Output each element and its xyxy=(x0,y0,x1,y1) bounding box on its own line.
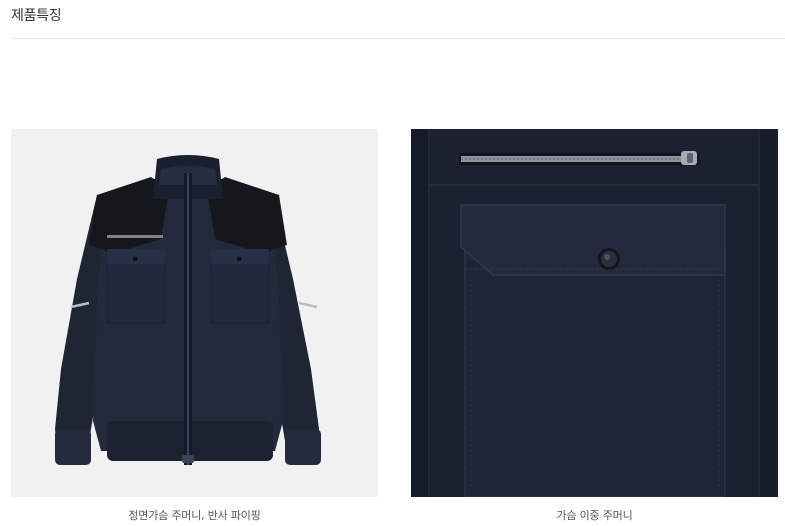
section-divider xyxy=(11,38,785,39)
jacket-front-image[interactable] xyxy=(11,129,378,497)
feature-caption-pocket: 가슴 이중 주머니 xyxy=(556,509,633,522)
feature-card-pocket: 가슴 이중 주머니 xyxy=(411,129,778,522)
section-title: 제품특징 xyxy=(11,8,62,24)
chest-pocket-image[interactable] xyxy=(411,129,778,497)
feature-caption-front: 정면가슴 주머니, 반사 파이핑 xyxy=(128,509,261,522)
feature-card-front: 정면가슴 주머니, 반사 파이핑 xyxy=(11,129,378,522)
